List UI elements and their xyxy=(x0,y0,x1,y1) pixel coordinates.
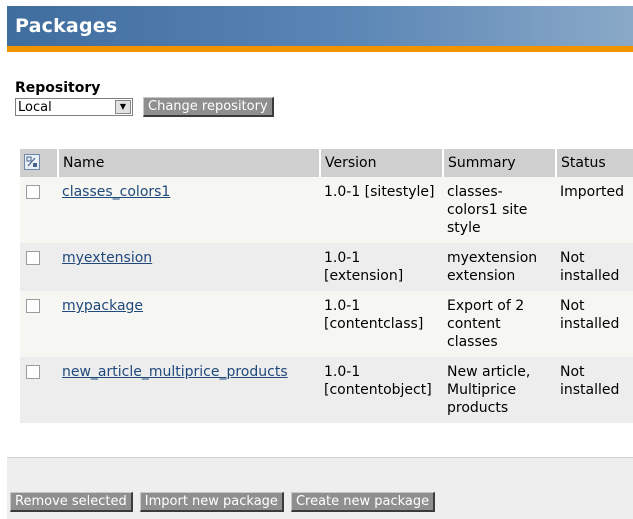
change-repository-button[interactable]: Change repository xyxy=(143,97,274,117)
package-status: Not installed xyxy=(556,291,633,357)
remove-selected-button[interactable]: Remove selected xyxy=(10,492,133,512)
packages-table: Name Version Summary Status classes_colo… xyxy=(20,149,633,423)
select-all-cell xyxy=(20,149,59,177)
column-header-summary[interactable]: Summary xyxy=(443,149,557,177)
row-checkbox[interactable] xyxy=(26,365,40,379)
repository-section: Repository Local ▼ Change repository xyxy=(7,52,633,117)
package-status: Not installed xyxy=(556,243,633,291)
invert-selection-icon[interactable] xyxy=(24,153,40,170)
package-version: 1.0-1 [contentobject] xyxy=(320,357,443,423)
table-row: myextension 1.0-1 [extension] myextensio… xyxy=(20,243,633,291)
table-row: classes_colors1 1.0-1 [sitestyle] classe… xyxy=(20,177,633,243)
package-link[interactable]: mypackage xyxy=(62,298,143,314)
package-summary: myextension extension xyxy=(443,243,556,291)
package-version: 1.0-1 [sitestyle] xyxy=(320,177,443,243)
table-row: new_article_multiprice_products 1.0-1 [c… xyxy=(20,357,633,423)
repository-row: Local ▼ Change repository xyxy=(15,97,633,117)
package-status: Not installed xyxy=(556,357,633,423)
package-version: 1.0-1 [extension] xyxy=(320,243,443,291)
packages-window: Packages Repository Local ▼ Change repos… xyxy=(7,6,633,519)
repository-label: Repository xyxy=(15,80,101,96)
column-header-status[interactable]: Status xyxy=(556,149,633,177)
row-checkbox[interactable] xyxy=(26,251,40,265)
create-package-button[interactable]: Create new package xyxy=(290,492,436,512)
action-bar: Remove selected Import new package Creat… xyxy=(7,457,633,519)
package-link[interactable]: new_article_multiprice_products xyxy=(62,364,288,380)
package-link[interactable]: myextension xyxy=(62,250,152,266)
package-summary: Export of 2 content classes xyxy=(443,291,556,357)
package-link[interactable]: classes_colors1 xyxy=(62,184,170,200)
row-checkbox[interactable] xyxy=(26,299,40,313)
repository-select[interactable]: Local ▼ xyxy=(15,98,133,116)
action-buttons: Remove selected Import new package Creat… xyxy=(10,492,436,512)
package-status: Imported xyxy=(556,177,633,243)
import-package-button[interactable]: Import new package xyxy=(139,492,284,512)
row-checkbox[interactable] xyxy=(26,185,40,199)
page-title: Packages xyxy=(7,6,633,52)
package-summary: classes-colors1 site style xyxy=(443,177,556,243)
column-header-name[interactable]: Name xyxy=(58,149,321,177)
table-row: mypackage 1.0-1 [contentclass] Export of… xyxy=(20,291,633,357)
dropdown-arrow-icon[interactable]: ▼ xyxy=(115,100,131,114)
package-version: 1.0-1 [contentclass] xyxy=(320,291,443,357)
package-summary: New article, Multiprice products xyxy=(443,357,556,423)
table-header-row: Name Version Summary Status xyxy=(20,149,633,177)
column-header-version[interactable]: Version xyxy=(320,149,444,177)
repository-select-value: Local xyxy=(18,99,52,115)
